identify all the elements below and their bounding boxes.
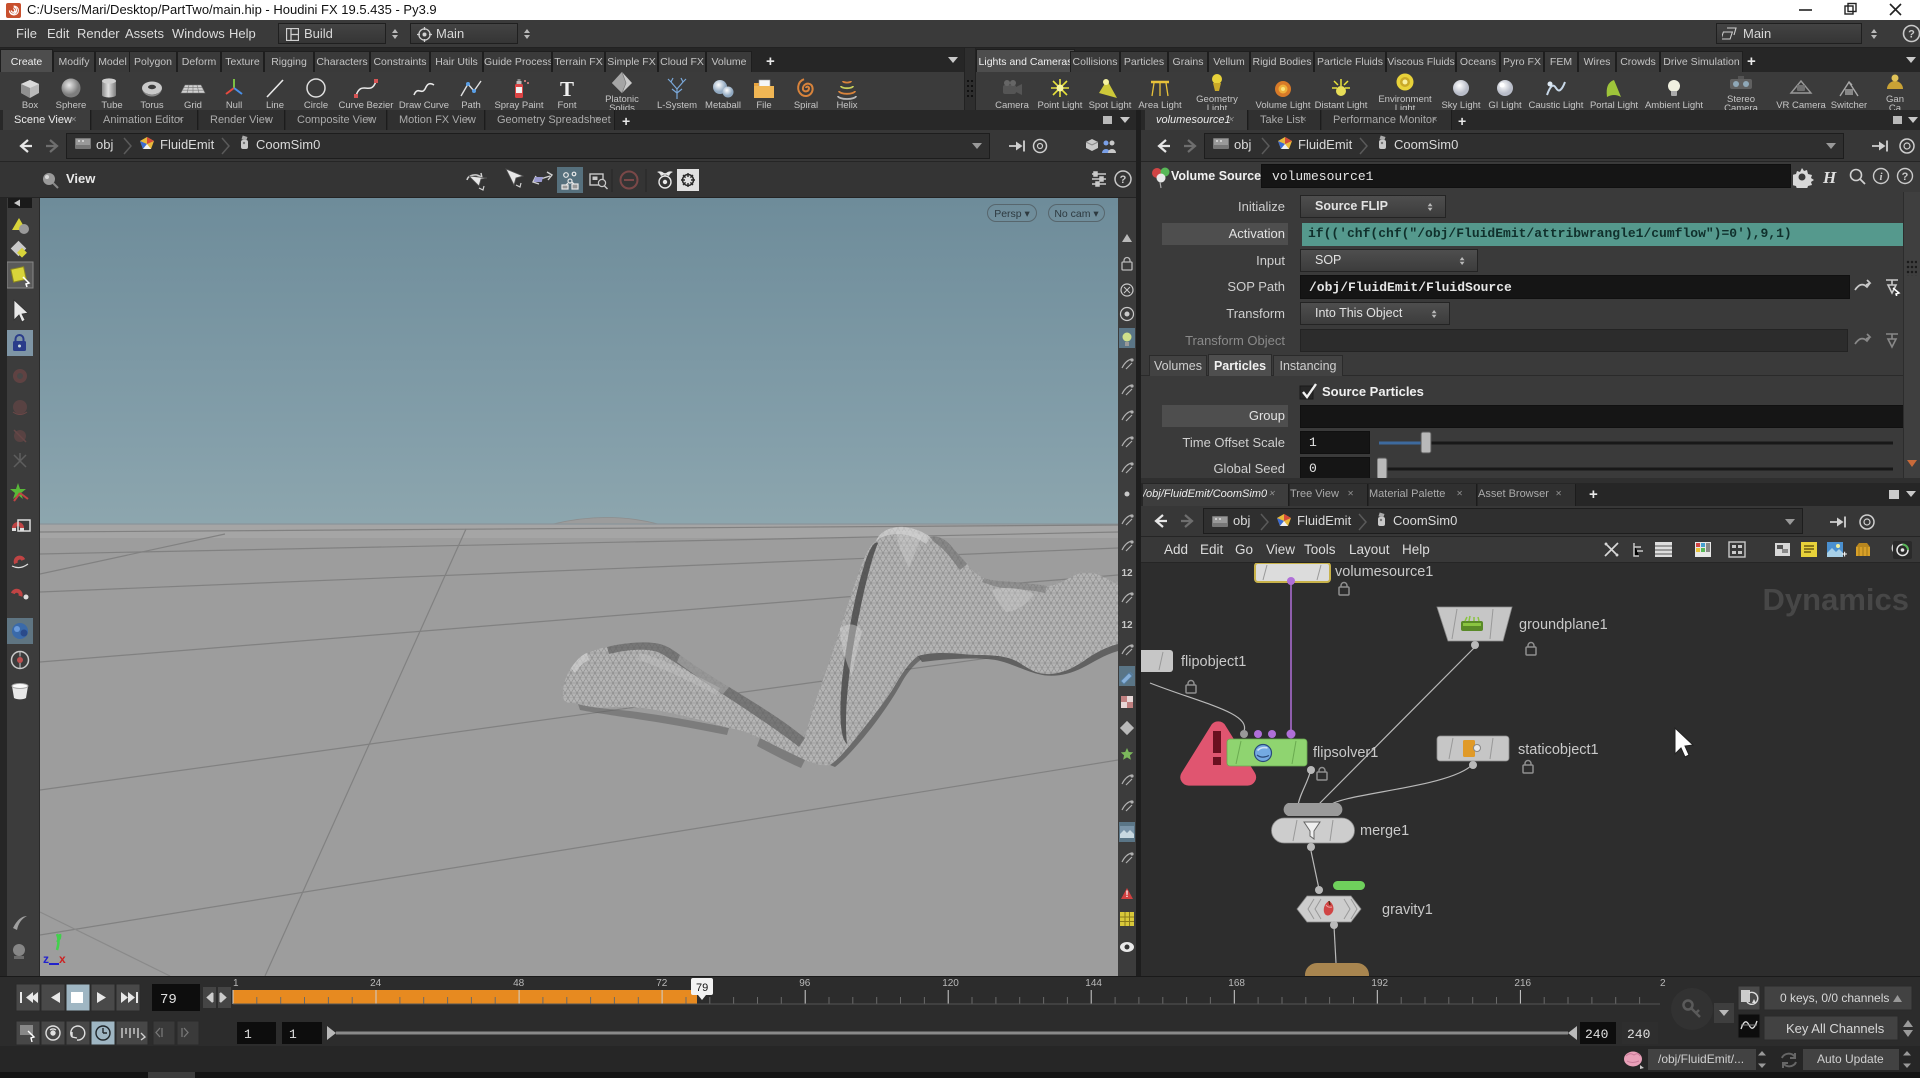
- svg-text:flipsolver1: flipsolver1: [1313, 745, 1378, 761]
- svg-text:12: 12: [1121, 620, 1133, 631]
- svg-text:192: 192: [1371, 978, 1388, 989]
- svg-text:z: z: [43, 952, 49, 966]
- svg-text:0 keys, 0/0 channels: 0 keys, 0/0 channels: [1780, 991, 1889, 1005]
- svg-text:!: !: [1126, 889, 1129, 899]
- svg-text:Dynamics: Dynamics: [1763, 582, 1909, 617]
- svg-text:volumesource1: volumesource1: [1335, 564, 1433, 580]
- svg-text:168: 168: [1228, 978, 1245, 989]
- svg-text:staticobject1: staticobject1: [1518, 742, 1599, 758]
- svg-text:T: T: [560, 77, 574, 101]
- svg-text:12: 12: [1121, 568, 1133, 579]
- svg-text:120: 120: [942, 978, 959, 989]
- svg-text:x: x: [59, 952, 66, 966]
- svg-text:1: 1: [244, 1027, 252, 1042]
- svg-text:flipobject1: flipobject1: [1181, 654, 1246, 670]
- svg-text:144: 144: [1085, 978, 1102, 989]
- svg-text:96: 96: [799, 978, 811, 989]
- svg-text:1: 1: [289, 1027, 297, 1042]
- svg-text:24: 24: [370, 978, 382, 989]
- svg-text:216: 216: [1514, 978, 1531, 989]
- svg-text:?: ?: [1902, 171, 1909, 183]
- svg-text:i: i: [1879, 171, 1883, 183]
- svg-text:72: 72: [656, 978, 668, 989]
- svg-text:2: 2: [1660, 978, 1666, 989]
- svg-text:79: 79: [696, 982, 708, 994]
- svg-text:240: 240: [1627, 1027, 1650, 1042]
- svg-text:+: +: [1842, 549, 1847, 559]
- svg-text:Key All Channels: Key All Channels: [1786, 1021, 1885, 1036]
- svg-text:?: ?: [1908, 29, 1915, 41]
- svg-text:merge1: merge1: [1360, 823, 1409, 839]
- svg-text:1: 1: [233, 978, 239, 989]
- svg-text:?: ?: [1120, 174, 1127, 186]
- svg-text:gravity1: gravity1: [1382, 902, 1433, 918]
- svg-text:groundplane1: groundplane1: [1519, 617, 1608, 633]
- svg-text:48: 48: [513, 978, 525, 989]
- svg-text:H: H: [1822, 168, 1837, 187]
- svg-text:240: 240: [1585, 1027, 1608, 1042]
- svg-text:79: 79: [160, 992, 177, 1008]
